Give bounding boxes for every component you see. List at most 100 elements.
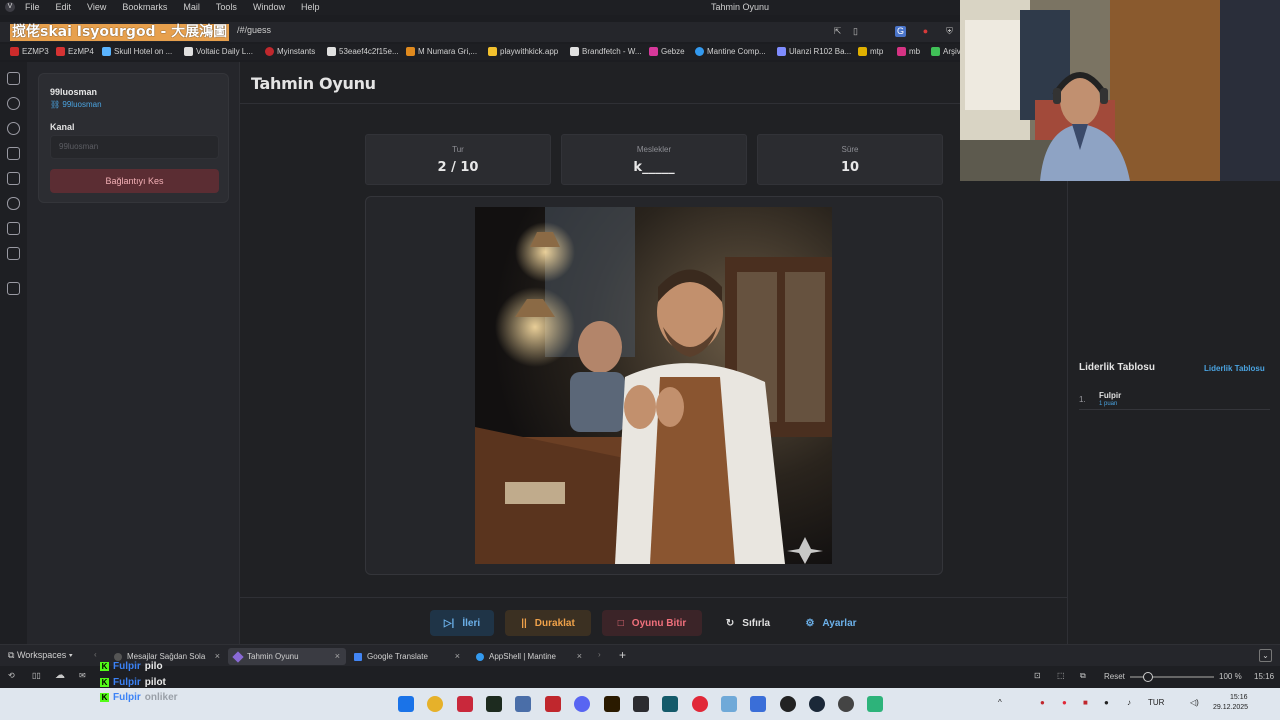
share-icon[interactable]: ⇱ — [832, 26, 843, 37]
history-icon[interactable] — [7, 122, 20, 135]
bookmark-item[interactable]: Brandfetch - W... — [570, 47, 642, 56]
chrome-icon[interactable] — [427, 696, 443, 712]
windows-start-icon[interactable] — [398, 696, 414, 712]
bookmark-item[interactable]: M Numara Gri,... — [406, 47, 477, 56]
workspaces-button[interactable]: ⧉ Workspaces ▾ — [8, 650, 73, 661]
tray-app-icon[interactable]: ● — [1062, 698, 1067, 707]
menu-help[interactable]: Help — [301, 2, 320, 12]
notepad-icon[interactable] — [867, 696, 883, 712]
bookmark-item[interactable]: Skull Hotel on ... — [102, 47, 172, 56]
downloads-icon[interactable] — [7, 97, 20, 110]
app-icon[interactable] — [633, 696, 649, 712]
tab-menu-chevron-icon[interactable]: ⌄ — [1259, 649, 1272, 662]
menu-edit[interactable]: Edit — [56, 2, 72, 12]
bookmark-item[interactable]: 53eaef4c2f15e... — [327, 47, 399, 56]
channel-input[interactable]: 99luosman — [50, 135, 219, 159]
app-icon[interactable] — [838, 696, 854, 712]
chevron-left-icon[interactable]: ‹ — [94, 650, 97, 659]
reset-button[interactable]: ↻ Sıfırla — [714, 610, 782, 636]
taskbar-date[interactable]: 29.12.2025 — [1213, 704, 1248, 711]
menu-tools[interactable]: Tools — [216, 2, 237, 12]
zoom-reset-button[interactable]: Reset — [1104, 672, 1125, 681]
filezilla-icon[interactable] — [545, 696, 561, 712]
tray-app-icon[interactable]: ● — [1104, 698, 1109, 707]
bookmark-item[interactable]: Ulanzi R102 Ba... — [777, 47, 851, 56]
panel-toggle-icon[interactable]: ▯▯ — [32, 671, 41, 680]
bookmark-item[interactable]: Gebze — [649, 47, 685, 56]
vivaldi-logo-icon[interactable]: V — [5, 2, 15, 12]
add-panel-icon[interactable] — [7, 282, 20, 295]
tray-expand-icon[interactable]: ^ — [998, 698, 1002, 707]
capture-icon[interactable]: ⊡ — [1034, 671, 1041, 680]
menu-window[interactable]: Window — [253, 2, 285, 12]
bookmark-item[interactable]: Arşiv — [931, 47, 960, 56]
tab-tahmin-oyunu[interactable]: Tahmin Oyunu × — [228, 648, 346, 665]
notes-icon[interactable] — [7, 147, 20, 160]
zoom-slider-handle[interactable] — [1143, 672, 1153, 682]
end-game-button[interactable]: □ Oyunu Bitir — [602, 610, 702, 636]
translate-panel-icon[interactable] — [7, 172, 20, 185]
zoom-level: 100 % — [1219, 672, 1242, 681]
address-bar[interactable]: 搅佬skai Isyourgod - 大展鴻圖 /#/guess ⇱ ▯ G ●… — [0, 22, 960, 42]
language-indicator[interactable]: TUR — [1148, 698, 1164, 707]
new-tab-icon[interactable]: + — [619, 648, 626, 662]
network-app-icon[interactable] — [515, 696, 531, 712]
terminal-icon[interactable] — [486, 696, 502, 712]
tab-google-translate[interactable]: Google Translate × — [348, 648, 466, 665]
microphone-icon[interactable]: ♪ — [1127, 698, 1131, 707]
translate-extension-icon[interactable]: G — [895, 26, 906, 37]
next-button[interactable]: ▷| İleri — [430, 610, 494, 636]
bookmark-item[interactable]: Mantine Comp... — [695, 47, 766, 56]
discord-icon[interactable] — [574, 696, 590, 712]
menu-file[interactable]: File — [25, 2, 40, 12]
bookmark-item[interactable]: EZMP3 — [10, 47, 49, 56]
explorer-icon[interactable] — [721, 696, 737, 712]
bookmark-item[interactable]: EzMP4 — [56, 47, 94, 56]
sync-icon[interactable]: ⟲ — [8, 671, 15, 680]
shield-icon[interactable]: ⛨ — [944, 26, 955, 37]
reading-list-icon[interactable] — [7, 197, 20, 210]
app-icon[interactable] — [750, 696, 766, 712]
user-link[interactable]: ⛓ 99luosman — [50, 100, 102, 109]
url-text[interactable]: /#/guess — [237, 25, 271, 35]
window-panel-icon[interactable] — [7, 222, 20, 235]
menu-mail[interactable]: Mail — [183, 2, 200, 12]
tiling-icon[interactable]: ⬚ — [1057, 671, 1065, 680]
vivaldi-icon[interactable] — [457, 696, 473, 712]
bookmark-icon[interactable]: ▯ — [850, 26, 861, 37]
close-tab-icon[interactable]: × — [215, 651, 220, 661]
cloud-icon[interactable]: ☁ — [55, 670, 65, 681]
mail-icon[interactable] — [7, 247, 20, 260]
bookmark-item[interactable]: Myinstants — [265, 47, 315, 56]
bookmark-item[interactable]: mb — [897, 47, 920, 56]
mail-status-icon[interactable]: ✉ — [79, 671, 86, 680]
volume-icon[interactable]: ◁) — [1190, 698, 1199, 707]
record-extension-icon[interactable]: ● — [920, 26, 931, 37]
close-tab-icon[interactable]: × — [455, 651, 460, 661]
tray-app-icon[interactable]: ■ — [1083, 698, 1088, 707]
chevron-right-icon[interactable]: › — [598, 650, 601, 659]
bookmark-item[interactable]: playwithkick.app — [488, 47, 558, 56]
close-tab-icon[interactable]: × — [577, 651, 582, 661]
webcam-feed-image — [960, 0, 1280, 181]
taskbar-time[interactable]: 15:16 — [1230, 694, 1248, 701]
bookmark-item[interactable]: mtp — [858, 47, 883, 56]
app-icon[interactable] — [662, 696, 678, 712]
leaderboard-link[interactable]: Liderlik Tablosu — [1204, 364, 1265, 373]
steam-icon[interactable] — [809, 696, 825, 712]
settings-button[interactable]: ⚙ Ayarlar — [796, 610, 866, 636]
close-tab-icon[interactable]: × — [335, 651, 340, 661]
bookmark-item[interactable]: Voltaic Daily L... — [184, 47, 253, 56]
menu-view[interactable]: View — [87, 2, 106, 12]
menu-bookmarks[interactable]: Bookmarks — [122, 2, 167, 12]
tray-app-icon[interactable]: ● — [1040, 698, 1045, 707]
bookmarks-panel-icon[interactable] — [7, 72, 20, 85]
channel-card: 99luosman ⛓ 99luosman Kanal 99luosman Ba… — [38, 73, 229, 203]
illustrator-icon[interactable] — [604, 696, 620, 712]
tab-appshell[interactable]: AppShell | Mantine × — [470, 648, 588, 665]
disconnect-button[interactable]: Bağlantıyı Kes — [50, 169, 219, 193]
page-actions-icon[interactable]: ⧉ — [1080, 671, 1086, 681]
record-app-icon[interactable] — [692, 696, 708, 712]
obs-icon[interactable] — [780, 696, 796, 712]
pause-button[interactable]: || Duraklat — [505, 610, 591, 636]
